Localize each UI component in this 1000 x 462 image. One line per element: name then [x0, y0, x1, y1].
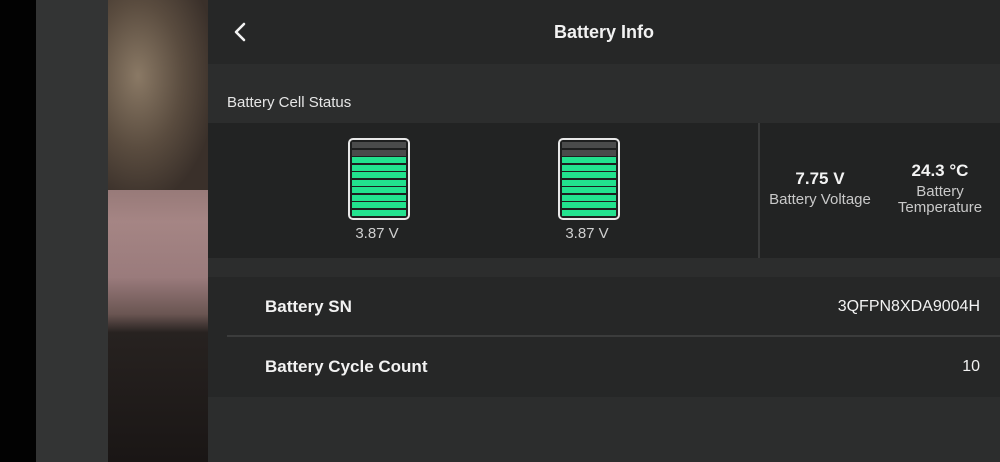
battery-segment — [562, 179, 616, 186]
battery-segment — [562, 164, 616, 171]
cell-voltage: 3.87 V — [565, 225, 609, 242]
battery-segment — [352, 179, 406, 186]
battery-segment — [562, 142, 616, 148]
screen: Battery Info Battery Cell Status 3.87 V … — [0, 0, 1000, 462]
battery-segment — [352, 149, 406, 156]
battery-info-panel: Battery Info Battery Cell Status 3.87 V … — [208, 0, 1000, 462]
cell-status-area: 3.87 V 3.87 V 7.75 V Battery Voltage 24.… — [208, 123, 1000, 258]
camera-feed-scene — [108, 0, 208, 190]
detail-value: 3QFPN8XDA9004H — [837, 298, 980, 315]
battery-segment — [352, 172, 406, 179]
battery-voltage-value: 7.75 V — [795, 169, 845, 188]
battery-temperature-stat: 24.3 °C Battery Temperature — [890, 161, 990, 216]
battery-segment — [562, 157, 616, 164]
battery-segment — [562, 194, 616, 201]
battery-voltage-stat: 7.75 V Battery Voltage — [764, 169, 876, 208]
detail-key: Battery SN — [265, 297, 352, 316]
battery-segment — [562, 209, 616, 216]
stats-divider — [758, 123, 760, 258]
battery-segment — [352, 157, 406, 164]
cell-status-label: Battery Cell Status — [227, 94, 352, 111]
side-strip — [36, 0, 108, 462]
battery-segment — [352, 142, 406, 148]
chevron-left-icon — [234, 22, 246, 42]
battery-cell-2: 3.87 V — [558, 138, 620, 242]
back-button[interactable] — [226, 18, 254, 46]
detail-row-cycle-count: Battery Cycle Count 10 — [227, 337, 1000, 397]
battery-segment — [352, 164, 406, 171]
battery-temperature-label: Battery Temperature — [897, 183, 983, 216]
battery-segment — [562, 149, 616, 156]
battery-segment — [352, 194, 406, 201]
details-list: Battery SN 3QFPN8XDA9004H Battery Cycle … — [208, 277, 1000, 397]
left-edge — [0, 0, 36, 462]
battery-voltage-label: Battery Voltage — [769, 191, 871, 208]
detail-value: 10 — [962, 358, 980, 375]
cell-voltage: 3.87 V — [355, 225, 399, 242]
camera-feed-background — [108, 0, 208, 462]
page-title: Battery Info — [553, 21, 654, 42]
battery-segment — [352, 187, 406, 194]
battery-temperature-value: 24.3 °C — [911, 161, 969, 180]
battery-segment — [562, 172, 616, 179]
battery-cell-icon — [558, 138, 620, 220]
header-bar: Battery Info — [208, 0, 1000, 64]
battery-segment — [352, 202, 406, 209]
battery-segment — [562, 202, 616, 209]
detail-key: Battery Cycle Count — [265, 357, 428, 376]
battery-cell-icon — [348, 138, 410, 220]
battery-segment — [352, 209, 406, 216]
battery-cell-1: 3.87 V — [348, 138, 410, 242]
battery-segment — [562, 187, 616, 194]
detail-row-serial: Battery SN 3QFPN8XDA9004H — [227, 277, 1000, 337]
